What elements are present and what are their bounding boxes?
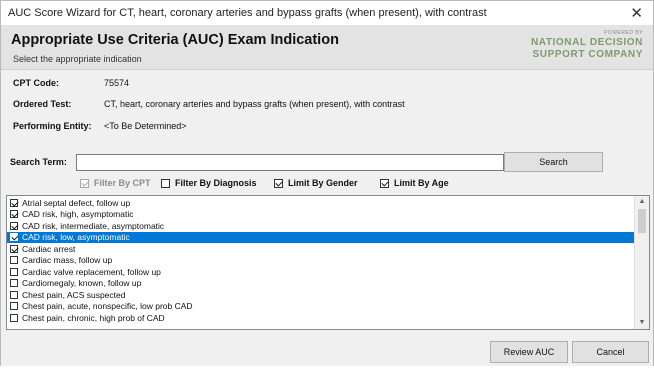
logo-line-2: SUPPORT COMPANY — [532, 49, 643, 60]
filter-by-cpt-check-icon — [80, 178, 89, 188]
indication-label: Cardiac valve replacement, follow up — [22, 266, 161, 277]
indication-label: Chest pain, chronic, high prob of CAD — [22, 312, 165, 323]
list-scrollbar[interactable]: ▲ ▼ — [634, 196, 649, 329]
indication-item[interactable]: Cardiomegaly, known, follow up — [7, 278, 634, 290]
limit-by-age-checkbox[interactable]: Limit By Age — [380, 177, 449, 189]
indication-item[interactable]: CAD risk, high, asymptomatic — [7, 209, 634, 221]
ordered-test-value: CT, heart, coronary arteries and bypass … — [104, 99, 405, 109]
indication-item[interactable]: Cardiac mass, follow up — [7, 255, 634, 267]
indication-checkbox[interactable] — [10, 313, 18, 322]
indication-checkbox[interactable] — [10, 256, 18, 265]
limit-by-gender-label: Limit By Gender — [288, 178, 358, 188]
search-term-label: Search Term: — [10, 157, 67, 167]
indication-label: Chest pain, ACS suspected — [22, 289, 126, 300]
indication-checkbox[interactable] — [10, 267, 18, 276]
indication-label: Chest pain, acute, nonspecific, low prob… — [22, 301, 193, 312]
title-bar: AUC Score Wizard for CT, heart, coronary… — [1, 1, 653, 25]
auc-wizard-window: AUC Score Wizard for CT, heart, coronary… — [0, 0, 654, 368]
indication-checkbox[interactable] — [10, 233, 18, 242]
filter-by-cpt-label: Filter By CPT — [94, 178, 151, 188]
indication-label: CAD risk, intermediate, asymptomatic — [22, 220, 165, 231]
indication-label: Cardiac mass, follow up — [22, 255, 113, 266]
indication-checkbox[interactable] — [10, 290, 18, 299]
scroll-down-icon[interactable]: ▼ — [635, 317, 649, 329]
cancel-button[interactable]: Cancel — [572, 341, 649, 363]
indication-item[interactable]: Chest pain, acute, nonspecific, low prob… — [7, 301, 634, 313]
limit-by-age-label: Limit By Age — [394, 178, 449, 188]
indication-list[interactable]: Atrial septal defect, follow up CAD risk… — [6, 195, 650, 330]
filter-by-cpt-checkbox[interactable]: Filter By CPT — [80, 177, 151, 189]
indication-item[interactable]: Atrial septal defect, follow up — [7, 197, 634, 209]
indication-item[interactable]: Chest pain, chronic, high prob of CAD — [7, 312, 634, 324]
logo-powered-by: POWERED BY — [604, 30, 643, 36]
limit-by-age-check-icon — [380, 178, 389, 188]
page-subtitle: Select the appropriate indication — [13, 54, 142, 64]
indication-checkbox[interactable] — [10, 244, 18, 253]
performing-entity-value: <To Be Determined> — [104, 121, 187, 131]
indication-item-selected[interactable]: CAD risk, low, asymptomatic — [7, 231, 634, 243]
search-button[interactable]: Search — [504, 152, 603, 172]
indication-checkbox[interactable] — [10, 279, 18, 288]
indication-checkbox[interactable] — [10, 210, 18, 219]
filter-by-diagnosis-label: Filter By Diagnosis — [175, 178, 257, 188]
limit-by-gender-check-icon — [274, 178, 283, 188]
page-title: Appropriate Use Criteria (AUC) Exam Indi… — [11, 32, 339, 48]
ordered-test-label: Ordered Test: — [13, 99, 72, 109]
indication-checkbox[interactable] — [10, 198, 18, 207]
indication-label: CAD risk, high, asymptomatic — [22, 209, 134, 220]
indication-label: Cardiomegaly, known, follow up — [22, 278, 142, 289]
cpt-code-value: 75574 — [104, 78, 130, 88]
indication-item[interactable]: CAD risk, intermediate, asymptomatic — [7, 220, 634, 232]
indication-checkbox[interactable] — [10, 221, 18, 230]
indication-checkbox[interactable] — [10, 302, 18, 311]
performing-entity-label: Performing Entity: — [13, 121, 92, 131]
indication-item[interactable]: Cardiac valve replacement, follow up — [7, 266, 634, 278]
window-title: AUC Score Wizard for CT, heart, coronary… — [8, 7, 487, 19]
indication-label: Atrial septal defect, follow up — [22, 197, 131, 208]
close-icon[interactable]: ✕ — [630, 4, 643, 22]
logo-line-1: NATIONAL DECISION — [530, 37, 643, 48]
background-strip — [0, 366, 654, 370]
cpt-code-label: CPT Code: — [13, 78, 59, 88]
indication-label: Cardiac arrest — [22, 243, 76, 254]
filter-by-diagnosis-checkbox[interactable]: Filter By Diagnosis — [161, 177, 257, 189]
search-input[interactable] — [76, 154, 504, 171]
filter-by-diagnosis-check-icon — [161, 178, 170, 188]
indication-item[interactable]: Cardiac arrest — [7, 243, 634, 255]
scroll-thumb[interactable] — [638, 209, 646, 233]
indication-item[interactable]: Chest pain, ACS suspected — [7, 289, 634, 301]
header-panel: Appropriate Use Criteria (AUC) Exam Indi… — [1, 25, 653, 70]
scroll-up-icon[interactable]: ▲ — [635, 196, 649, 208]
indication-label: CAD risk, low, asymptomatic — [22, 232, 130, 243]
limit-by-gender-checkbox[interactable]: Limit By Gender — [274, 177, 358, 189]
ndsc-logo: POWERED BY NATIONAL DECISION SUPPORT COM… — [518, 30, 643, 61]
review-auc-button[interactable]: Review AUC — [490, 341, 568, 363]
